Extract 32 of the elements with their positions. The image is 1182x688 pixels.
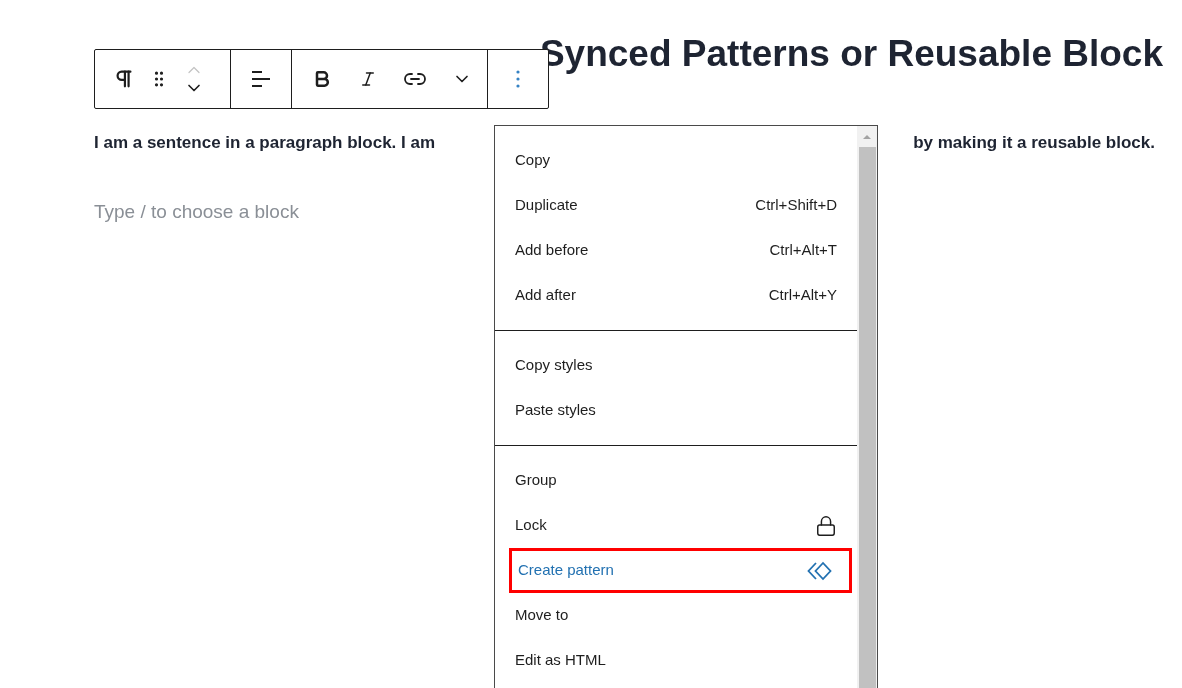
menu-item-label: Copy xyxy=(515,150,551,171)
menu-item-label: Lock xyxy=(515,515,547,536)
menu-item[interactable]: Lock xyxy=(495,503,857,548)
menu-item-label: Create pattern xyxy=(518,560,614,581)
menu-item[interactable]: Add before Ctrl+Alt+T xyxy=(495,228,857,273)
more-vertical-icon xyxy=(516,70,520,88)
menu-item[interactable]: Edit as HTML xyxy=(495,638,857,683)
menu-item-label: Edit as HTML xyxy=(515,650,606,671)
menu-item[interactable]: Group xyxy=(495,458,857,503)
italic-icon xyxy=(359,70,377,88)
paragraph-text: by making it a reusable block. xyxy=(913,132,1155,154)
menu-item[interactable]: Create pattern xyxy=(509,548,852,593)
shortcut-text: Ctrl+Alt+Y xyxy=(768,285,837,306)
menu-item-label: Group xyxy=(515,470,557,491)
menu-item-label: Add before xyxy=(515,240,589,261)
menu-item[interactable]: Add after Ctrl+Alt+Y xyxy=(495,273,857,318)
menu-item-label: Paste styles xyxy=(515,400,596,421)
paragraph-text: I am a sentence in a paragraph block. I am xyxy=(94,132,436,154)
post-title: Synced Patterns or Reusable Block xyxy=(539,32,1163,76)
menu-item[interactable]: Copy xyxy=(495,138,857,183)
menu-item[interactable]: Duplicate Ctrl+Shift+D xyxy=(495,183,857,228)
shortcut-text: Ctrl+Alt+T xyxy=(769,240,837,261)
menu-item[interactable]: Copy styles xyxy=(495,343,857,388)
menu-item-label: Copy styles xyxy=(515,355,593,376)
menu-item-label: Move to xyxy=(515,605,569,626)
lock-icon xyxy=(815,514,837,537)
menu-item[interactable]: Paste styles xyxy=(495,388,857,433)
menu-item-label: Duplicate xyxy=(515,195,578,216)
pattern-icon xyxy=(807,560,833,581)
menu-item-label: Add after xyxy=(515,285,576,306)
menu-item[interactable]: Move to xyxy=(495,593,857,638)
shortcut-text: Ctrl+Shift+D xyxy=(755,195,837,216)
